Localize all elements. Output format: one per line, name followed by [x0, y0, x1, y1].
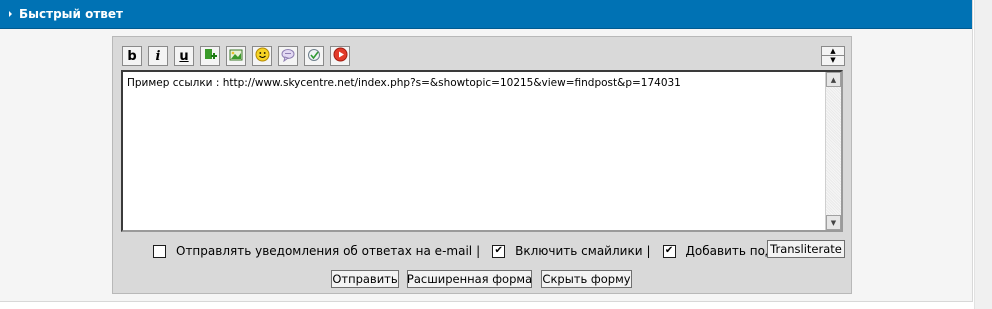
add-signature-checkbox[interactable]: ✔	[662, 244, 676, 258]
section-header[interactable]: Быстрый ответ	[0, 0, 972, 29]
insert-image-button[interactable]	[226, 46, 246, 66]
insert-image-icon	[229, 48, 243, 65]
underline-button[interactable]: u	[174, 46, 194, 66]
page-scrollbar-strip	[974, 0, 992, 309]
quote-button[interactable]	[278, 46, 298, 66]
email-notify-checkbox[interactable]	[153, 244, 166, 258]
quick-reply-container: Быстрый ответ b i u ▲ ▼ Пример ссылки: …	[0, 0, 973, 302]
enable-smilies-checkbox[interactable]: ✔	[492, 244, 506, 258]
extended-form-button[interactable]: Расширенная форма	[407, 270, 532, 288]
scroll-down-icon[interactable]: ▼	[826, 215, 841, 230]
email-notify-label: Отправлять уведомления об ответах на e-m…	[176, 244, 473, 258]
options-separator: |	[476, 244, 481, 258]
bold-button[interactable]: b	[122, 46, 142, 66]
smiley-button[interactable]	[252, 46, 272, 66]
collapse-down-icon[interactable]: ▼	[822, 56, 844, 65]
spellcheck-button[interactable]	[304, 46, 324, 66]
media-button[interactable]	[330, 46, 350, 66]
enable-smilies-label: Включить смайлики	[515, 244, 643, 258]
italic-button[interactable]: i	[148, 46, 168, 66]
reply-textarea[interactable]: Пример ссылки : http://www.skycentre.net…	[121, 70, 843, 232]
reply-text: Пример ссылки : http://www.skycentre.net…	[127, 77, 681, 89]
expand-up-icon[interactable]: ▲	[822, 47, 844, 56]
reply-panel: b i u ▲ ▼ Пример ссылки: http://www.sky…	[112, 36, 852, 294]
expand-arrow-icon[interactable]	[9, 11, 12, 17]
hide-form-button[interactable]: Скрыть форму	[541, 270, 632, 288]
smiley-icon	[255, 47, 270, 65]
transliterate-button[interactable]: Transliterate	[767, 240, 845, 258]
section-title: Быстрый ответ	[19, 7, 123, 21]
editor-scrollbar[interactable]: ▲ ▼	[825, 72, 841, 230]
media-icon	[333, 47, 348, 65]
submit-button[interactable]: Отправить	[331, 270, 399, 288]
reply-options: Отправлять уведомления об ответах на e-m…	[153, 243, 803, 259]
add-link-button[interactable]	[200, 46, 220, 66]
editor-resize-control: ▲ ▼	[821, 46, 845, 66]
spellcheck-icon	[307, 48, 321, 65]
options-separator: |	[646, 244, 651, 258]
scroll-up-icon[interactable]: ▲	[826, 72, 841, 87]
add-link-icon	[203, 48, 217, 65]
quote-icon	[281, 48, 295, 65]
